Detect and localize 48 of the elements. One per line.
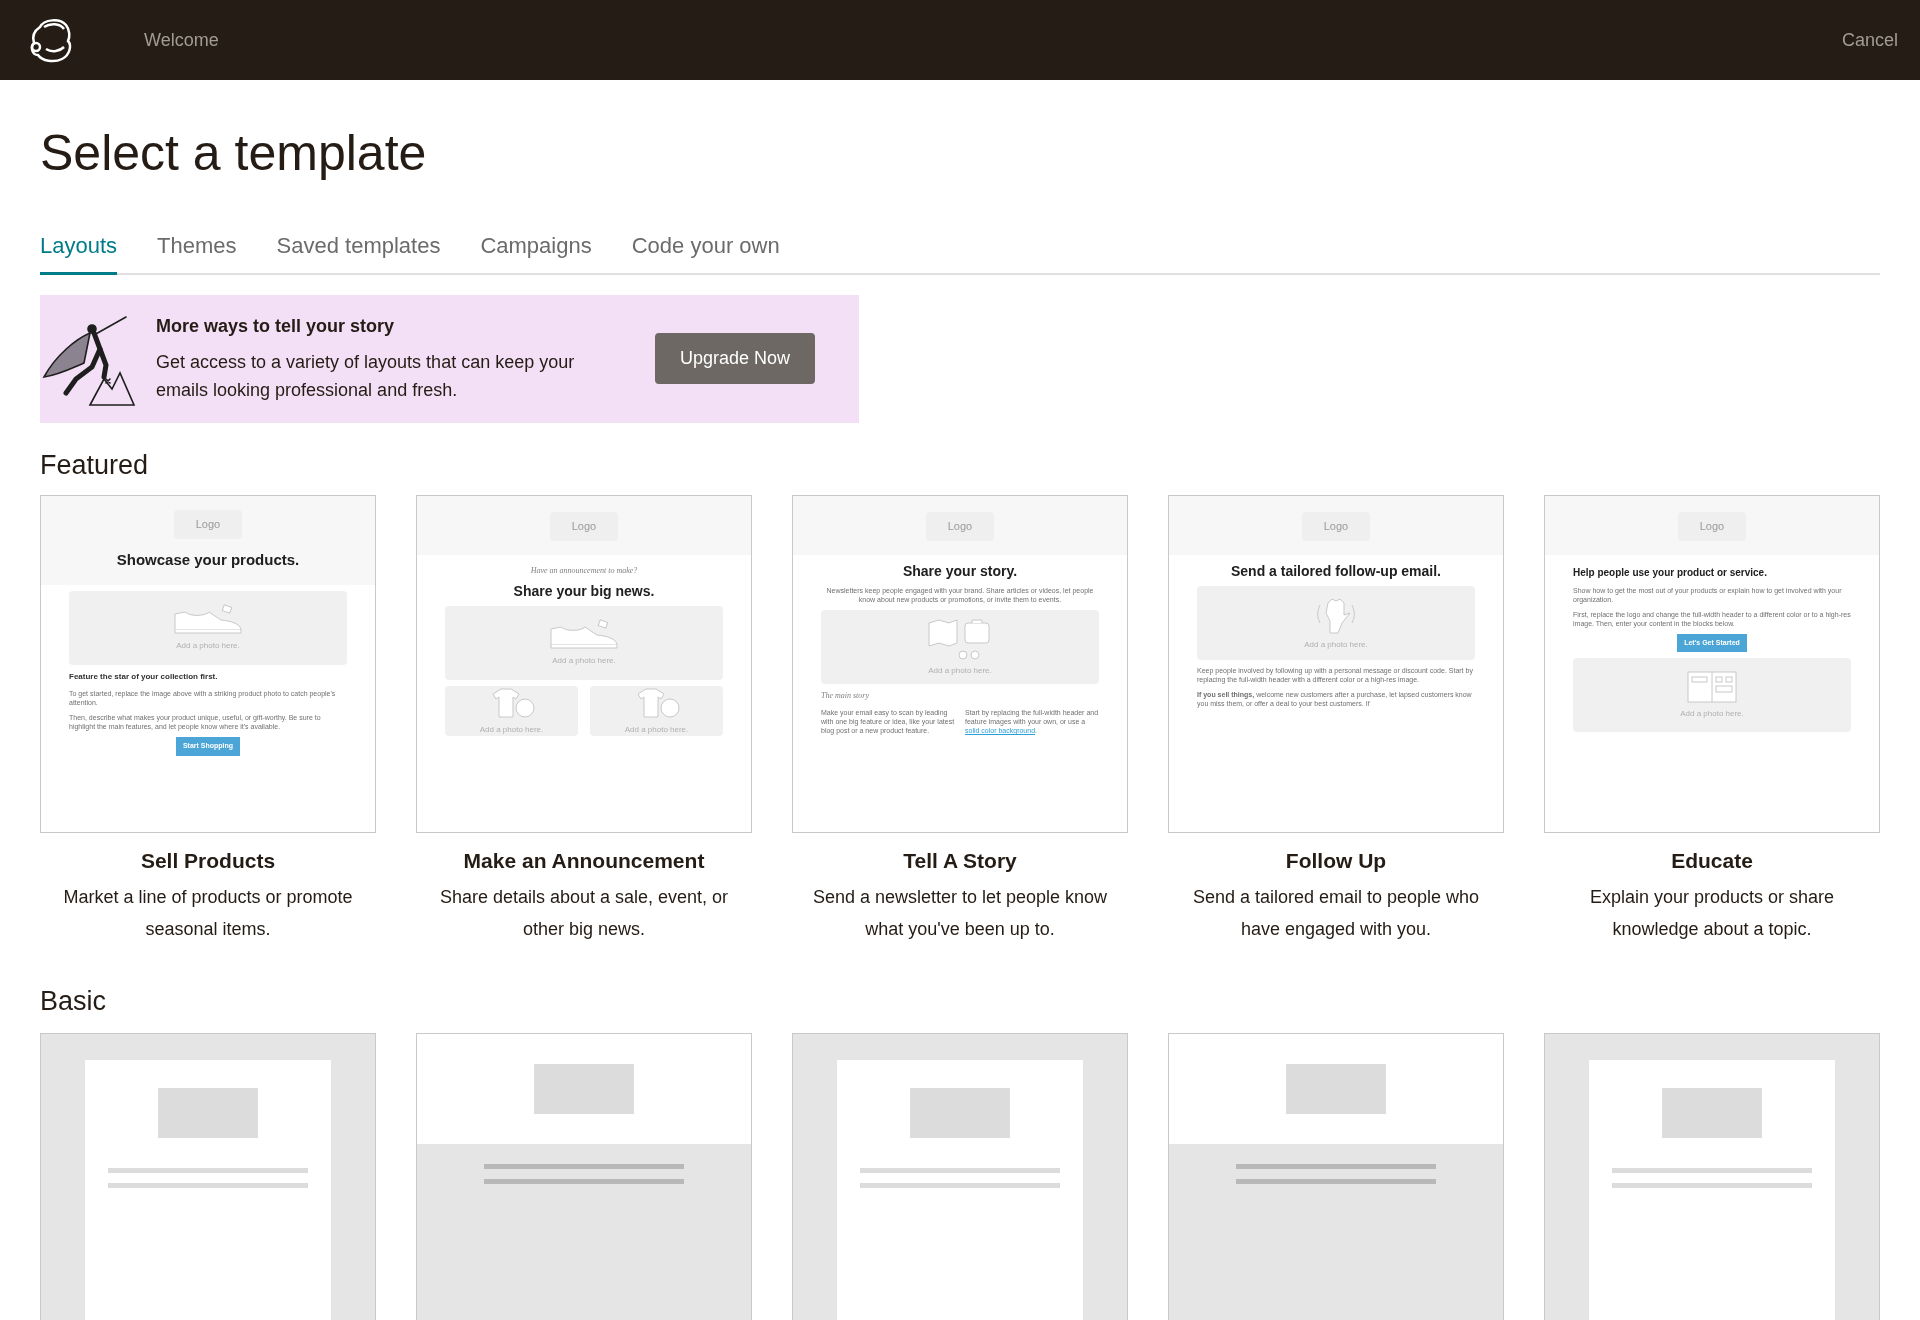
book-icon [1686,670,1738,705]
page-title: Select a template [40,124,428,183]
template-preview[interactable] [1168,495,1504,833]
preview-eyebrow: Have an announcement to make? [529,564,639,577]
upgrade-button[interactable]: Upgrade Now [654,333,815,384]
tab[interactable]: Themes [157,228,237,275]
template-name: Follow Up [1285,848,1387,874]
template-preview[interactable] [40,495,376,833]
tab[interactable]: Saved templates [276,228,441,275]
banner-text: Get access to a variety of layouts that can keep your emails looking professional and fresh. [156,351,576,402]
tab[interactable]: Layouts [40,228,118,275]
layout-thumbnail[interactable] [416,1033,752,1320]
preview-subheading: Feature the star of your collection first. [69,671,219,683]
logo-placeholder: Logo [173,510,243,539]
template-description: Send a newsletter to let people know what you've been up to. [811,885,1109,941]
template-name: Tell A Story [903,848,1017,874]
preview-section-label: The main story [821,690,870,703]
banner-heading: More ways to tell your story [156,315,396,338]
template-name: Sell Products [140,848,276,874]
layout-thumbnail[interactable] [792,1033,1128,1320]
preview-heading: Share your big news. [512,582,656,600]
shoe-icon [171,604,245,636]
template-preview[interactable] [792,495,1128,833]
preview-heading: Help people use your product or service. [1573,565,1768,580]
welcome-link[interactable]: Welcome [144,26,219,54]
template-description: Share details about a sale, event, or other big news. [438,885,730,941]
layout-thumbnail[interactable] [1168,1033,1504,1320]
preview-heading: Share your story. [901,562,1019,580]
template-description: Send a tailored email to people who have engaged with you. [1191,885,1481,941]
preview-heading: Showcase your products. [116,549,300,570]
cancel-link[interactable]: Cancel [1841,26,1898,54]
tab[interactable]: Code your own [631,228,780,275]
layout-thumbnail[interactable] [1544,1033,1880,1320]
template-description: Explain your products or share knowledge about a topic. [1588,885,1836,941]
logo-placeholder: Logo [549,512,619,541]
logo-placeholder: Logo [925,512,995,541]
template-preview[interactable] [1544,495,1880,833]
layout-thumbnail[interactable] [40,1033,376,1320]
section-heading: Basic [40,984,108,1018]
template-description: Market a line of products or promote seasonal items. [62,885,354,941]
template-name: Make an Announcement [463,848,705,874]
logo-placeholder: Logo [1301,512,1371,541]
logo-placeholder: Logo [1677,512,1747,541]
template-name: Educate [1671,848,1753,874]
shoe-icon [547,619,621,651]
section-heading: Featured [40,448,150,482]
preview-heading: Send a tailored follow-up email. [1230,562,1442,580]
tab[interactable]: Campaigns [480,228,592,275]
